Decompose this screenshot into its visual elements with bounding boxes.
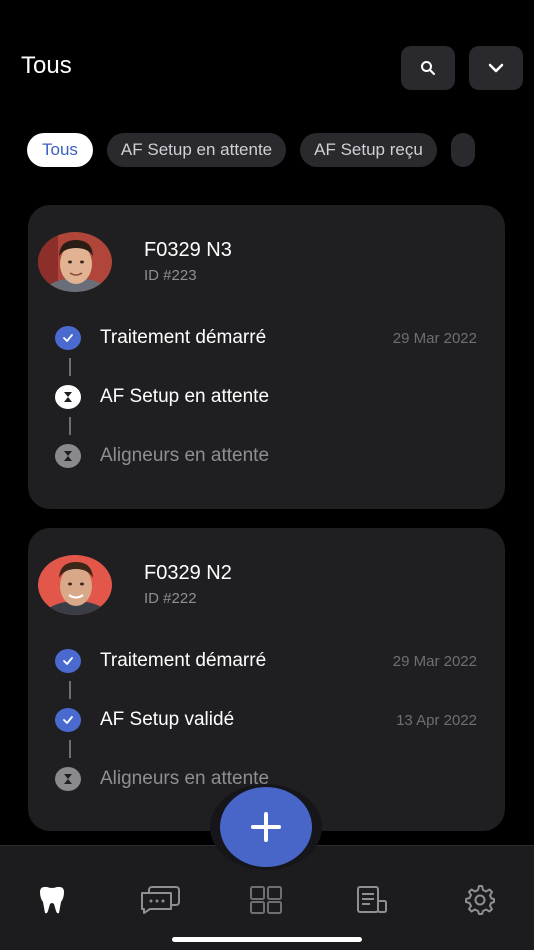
filter-chip-af-setup-en-attente[interactable]: AF Setup en attente: [106, 133, 287, 167]
search-icon: [421, 61, 435, 75]
step-label: Aligneurs en attente: [100, 445, 270, 466]
hourglass-icon: [55, 385, 81, 409]
search-button[interactable]: [401, 46, 455, 90]
timeline-connector: [69, 358, 71, 376]
check-icon: [55, 326, 81, 350]
dashboard-icon: [250, 886, 282, 914]
tab-dashboard[interactable]: [244, 878, 288, 922]
header: Tous: [0, 0, 534, 110]
step-label: AF Setup validé: [100, 709, 235, 730]
check-icon: [55, 649, 81, 673]
patient-id: ID #222: [144, 590, 197, 607]
timeline-step: Aligneurs en attente: [28, 441, 505, 471]
patient-name: F0329 N2: [144, 562, 232, 584]
avatar: [38, 555, 112, 615]
tooth-icon: [40, 886, 64, 914]
step-label: Traitement démarré: [100, 650, 267, 671]
step-label: AF Setup en attente: [100, 386, 270, 407]
timeline-step: AF Setup en attente: [28, 382, 505, 412]
filter-chips: Tous AF Setup en attente AF Setup reçu: [27, 133, 534, 167]
page-title: Tous: [21, 52, 72, 79]
filter-chip-more[interactable]: [450, 133, 475, 167]
timeline-connector: [69, 417, 71, 435]
tab-messages[interactable]: [138, 878, 182, 922]
tab-documents[interactable]: [350, 878, 394, 922]
add-patient-button[interactable]: [220, 787, 312, 867]
timeline-step: Traitement démarré 29 Mar 2022: [28, 646, 505, 676]
patient-card[interactable]: F0329 N3 ID #223 Traitement démarré 29 M…: [28, 205, 505, 509]
step-date: 29 Mar 2022: [392, 330, 477, 347]
avatar: [38, 232, 112, 292]
step-label: Traitement démarré: [100, 327, 267, 348]
chevron-down-icon: [488, 63, 504, 73]
patient-name: F0329 N3: [144, 239, 232, 261]
check-icon: [55, 708, 81, 732]
settings-icon: [465, 885, 495, 915]
timeline-step: Traitement démarré 29 Mar 2022: [28, 323, 505, 353]
hourglass-icon: [55, 767, 81, 791]
plus-icon: [251, 812, 281, 842]
timeline-connector: [69, 681, 71, 699]
filter-dropdown-button[interactable]: [469, 46, 523, 90]
timeline-connector: [69, 740, 71, 758]
document-icon: [357, 886, 387, 913]
filter-chip-af-setup-recu[interactable]: AF Setup reçu: [300, 133, 437, 167]
step-date: 29 Mar 2022: [392, 653, 477, 670]
chat-icon: [141, 886, 180, 914]
step-date: 13 Apr 2022: [396, 712, 477, 729]
hourglass-icon: [55, 444, 81, 468]
home-indicator: [172, 937, 362, 942]
timeline-step: AF Setup validé 13 Apr 2022: [28, 705, 505, 735]
tab-patients[interactable]: [30, 878, 74, 922]
filter-chip-tous[interactable]: Tous: [27, 133, 93, 167]
tab-settings[interactable]: [458, 878, 502, 922]
patient-id: ID #223: [144, 267, 197, 284]
